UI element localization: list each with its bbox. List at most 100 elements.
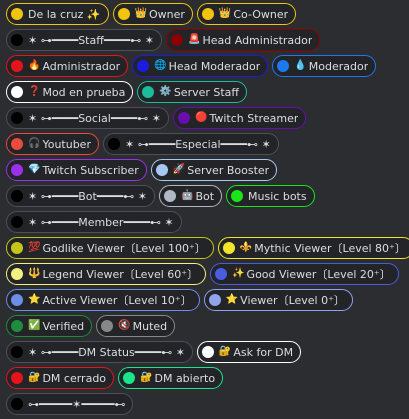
role-row: ✶ ⊶━━━━Staff━━━━⊷ ✶ 🚨 Head Administrador	[6, 29, 321, 51]
role-emoji-icon: 🔐	[218, 346, 232, 357]
role-color-dot	[164, 190, 176, 202]
role-pill[interactable]: ❓ Mod en prueba	[6, 81, 134, 103]
role-pill[interactable]: ⚙️ Server Staff	[137, 81, 247, 103]
role-name: De la cruz ✨	[28, 8, 101, 20]
role-color-dot	[11, 8, 23, 20]
role-row: 🔥 Administrador 🌐 Head Moderador 💧 Moderador	[6, 55, 377, 77]
role-pill[interactable]: 🎧 Youtuber	[6, 133, 99, 155]
role-name: Head Moderador	[168, 60, 261, 72]
role-pill[interactable]: ✅ Verified	[6, 315, 93, 337]
role-color-dot	[11, 112, 23, 124]
role-color-dot	[11, 372, 23, 384]
role-color-dot	[11, 242, 23, 254]
role-color-dot	[201, 8, 214, 20]
role-pill[interactable]: 👑 Co-Owner	[196, 3, 297, 25]
role-emoji-icon: 👑	[218, 8, 232, 19]
role-color-dot	[208, 294, 221, 306]
role-name: Mythic Viewer〔Level 80⁺〕	[254, 242, 406, 254]
role-name: Viewer〔Level 0⁺〕	[240, 294, 345, 306]
role-name: ✶ ⊶━━━━Especial━━━━⊷ ✶	[124, 138, 271, 150]
role-emoji-icon: 🔐	[140, 372, 153, 383]
role-color-dot	[11, 320, 23, 332]
role-pill[interactable]: De la cruz ✨	[6, 3, 109, 25]
role-name: Administrador	[42, 60, 121, 72]
role-name: Twitch Streamer	[209, 112, 299, 124]
role-pill[interactable]: ✨ Good Viewer〔Level 20⁺〕	[210, 263, 399, 285]
role-pill[interactable]: 💎 Twitch Subscriber	[6, 159, 147, 181]
role-color-dot	[231, 190, 244, 202]
role-emoji-icon: 🚨	[188, 34, 201, 45]
role-pill[interactable]: ✶ ⊶━━━━Bot━━━━⊷ ✶	[6, 185, 155, 207]
role-name: Moderador	[308, 60, 369, 72]
role-row: ✶ ⊶━━━━Bot━━━━⊷ ✶ 🤖 Bot Music bots	[6, 185, 315, 207]
role-name: Godlike Viewer〔Level 100⁺〕	[42, 242, 206, 254]
role-row: ✅ Verified 🔇 Muted	[6, 315, 176, 337]
role-emoji-icon: 🔱	[28, 268, 41, 279]
role-color-dot	[178, 112, 191, 124]
role-pill[interactable]: 🔴 Twitch Streamer	[173, 107, 307, 129]
role-color-dot	[11, 398, 23, 410]
role-emoji-icon: 🚀	[172, 164, 186, 175]
role-name: ✶ ⊶━━━━Member━━━━⊷ ✶	[28, 216, 174, 228]
role-pill[interactable]: 💧 Moderador	[272, 55, 377, 77]
role-pill[interactable]: ⭐ Viewer〔Level 0⁺〕	[203, 289, 353, 311]
role-emoji-icon: ⭐	[225, 294, 239, 305]
role-name: Verified	[42, 320, 85, 332]
role-row: 🔱 Legend Viewer〔Level 60⁺〕 ✨ Good Viewer〔Le…	[6, 263, 399, 285]
role-pill[interactable]: ⊶━━━━━✶━━━━━⊷	[6, 393, 134, 415]
role-name: Active Viewer〔Level 10⁺〕	[42, 294, 192, 306]
role-name: Ask for DM	[233, 346, 294, 358]
role-pill[interactable]: ✶ ⊶━━━━Staff━━━━⊷ ✶	[6, 29, 163, 51]
role-row: ❓ Mod en prueba ⚙️ Server Staff	[6, 81, 247, 103]
role-color-dot	[142, 86, 155, 98]
role-row: ✶ ⊶━━━━Member━━━━⊷ ✶	[6, 211, 182, 233]
role-name: Good Viewer〔Level 20⁺〕	[246, 268, 391, 280]
role-pill[interactable]: 🚨 Head Administrador	[166, 29, 321, 51]
role-pill[interactable]: ✶ ⊶━━━━Member━━━━⊷ ✶	[6, 211, 182, 233]
role-emoji-icon: 💎	[28, 164, 41, 175]
role-name: Owner	[149, 8, 185, 20]
role-pill[interactable]: ⚜️ Mythic Viewer〔Level 80⁺〕	[217, 237, 409, 259]
role-pill[interactable]: 🔱 Legend Viewer〔Level 60⁺〕	[6, 263, 207, 285]
role-name: Mod en prueba	[42, 86, 126, 98]
role-emoji-icon: ⚜️	[239, 242, 253, 253]
role-pill[interactable]: 🔐 DM abierto	[118, 367, 224, 389]
role-name: Head Administrador	[202, 34, 313, 46]
role-name: Twitch Subscriber	[42, 164, 139, 176]
role-emoji-icon: 🌐	[154, 60, 167, 71]
role-emoji-icon: 👑	[134, 8, 147, 19]
role-row: 🔐 DM cerrado 🔐 DM abierto	[6, 367, 224, 389]
role-pill[interactable]: Music bots	[226, 185, 315, 207]
role-pill[interactable]: 🔇 Muted	[96, 315, 176, 337]
role-color-dot	[11, 294, 23, 306]
role-pill[interactable]: 🔐 Ask for DM	[196, 341, 302, 363]
role-pill[interactable]: 🌐 Head Moderador	[132, 55, 269, 77]
role-name: Muted	[132, 320, 168, 332]
role-pill[interactable]: 🤖 Bot	[159, 185, 223, 207]
role-pill[interactable]: ✶ ⊶━━━━DM Status━━━━⊷ ✶	[6, 341, 193, 363]
role-pill[interactable]: ⭐ Active Viewer〔Level 10⁺〕	[6, 289, 200, 311]
role-pill[interactable]: ✶ ⊶━━━━Especial━━━━⊷ ✶	[102, 133, 279, 155]
role-emoji-icon: 🤖	[181, 190, 194, 201]
role-emoji-icon: ⚙️	[159, 86, 172, 97]
role-name: DM cerrado	[42, 372, 107, 384]
role-pill[interactable]: 👑 Owner	[112, 3, 193, 25]
role-emoji-icon: ✅	[28, 320, 41, 331]
role-pill[interactable]: 🔐 DM cerrado	[6, 367, 115, 389]
role-name: Co-Owner	[233, 8, 289, 20]
role-pill[interactable]: 🔥 Administrador	[6, 55, 129, 77]
role-pill[interactable]: ✶ ⊶━━━━Social━━━━⊷ ✶	[6, 107, 170, 129]
role-emoji-icon: 💧	[294, 60, 307, 71]
role-name: Bot	[195, 190, 215, 202]
role-color-dot	[155, 164, 168, 176]
role-color-dot	[123, 372, 136, 384]
role-color-dot	[107, 138, 120, 150]
role-emoji-icon: ❓	[28, 86, 41, 97]
role-emoji-icon: 🎧	[28, 138, 41, 149]
role-row: De la cruz ✨ 👑 Owner 👑 Co-Owner	[6, 3, 297, 25]
role-row: ⊶━━━━━✶━━━━━⊷	[6, 393, 134, 415]
role-name: ✶ ⊶━━━━Social━━━━⊷ ✶	[28, 112, 162, 124]
role-row: ✶ ⊶━━━━DM Status━━━━⊷ ✶ 🔐 Ask for DM	[6, 341, 302, 363]
role-pill[interactable]: 🚀 Server Booster	[150, 159, 278, 181]
role-pill[interactable]: 💯 Godlike Viewer〔Level 100⁺〕	[6, 237, 214, 259]
